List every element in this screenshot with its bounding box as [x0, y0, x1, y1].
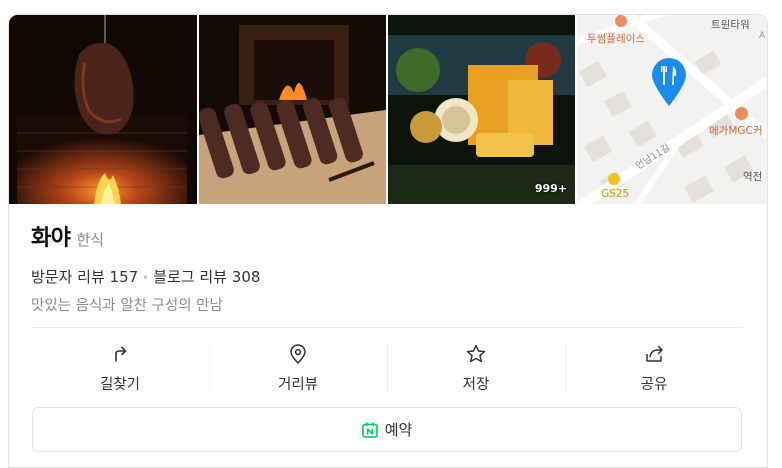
reserve-label: 예약: [384, 421, 413, 439]
place-name[interactable]: 화야: [31, 220, 71, 252]
blog-reviews-link[interactable]: 블로그 리뷰 308: [153, 268, 260, 286]
photo-count-badge: 999+: [534, 182, 567, 195]
separator-dot: •: [142, 271, 150, 285]
directions-icon: [115, 346, 127, 362]
share-icon: [646, 345, 663, 362]
action-bar: 길찾기 거리뷰 저장 공유: [31, 341, 743, 401]
directions-button[interactable]: 길찾기: [31, 341, 209, 401]
restaurant-pin-icon: [652, 58, 686, 106]
share-label: 공유: [640, 377, 668, 393]
map-label-corner: A: [759, 31, 766, 41]
cafe-icon: [615, 15, 627, 27]
section-divider: [31, 327, 743, 328]
map-label-mega-mgc: 메가MGC커: [709, 125, 763, 137]
map-label-station: 역전: [743, 171, 763, 183]
photo-fire-roasted-meat-image: [9, 15, 197, 204]
photo-gallery: 999+ 트윈타워 A 투썸플레이스 메가MGC커 역전 언남11길 GS25: [9, 15, 767, 204]
cafe-icon: [735, 107, 748, 120]
map-label-twosome: 투썸플레이스: [587, 33, 645, 45]
place-description: 맛있는 음식과 알찬 구성의 만남: [31, 298, 223, 314]
photo-grilled-ribs[interactable]: [199, 15, 386, 204]
location-pin-icon: [290, 344, 306, 365]
convenience-store-icon: [608, 173, 620, 185]
save-button[interactable]: 저장: [387, 341, 565, 401]
street-view-label: 거리뷰: [277, 377, 319, 393]
map-thumbnail[interactable]: 트윈타워 A 투썸플레이스 메가MGC커 역전 언남11길 GS25: [577, 15, 767, 204]
reserve-button[interactable]: 예약: [32, 407, 742, 452]
photo-dessert-set-image: [388, 15, 575, 204]
naver-calendar-icon: [361, 422, 378, 438]
map-label-gs25: GS25: [601, 188, 630, 200]
map-label-twin-tower: 트윈타워: [711, 19, 750, 31]
photo-fire-roasted-meat[interactable]: [9, 15, 197, 204]
review-summary: 방문자 리뷰 157 • 블로그 리뷰 308: [31, 266, 743, 287]
directions-label: 길찾기: [99, 377, 141, 393]
star-icon: [466, 344, 486, 363]
photo-dessert-set[interactable]: 999+: [388, 15, 575, 204]
place-info: 화야 한식 방문자 리뷰 157 • 블로그 리뷰 308 맛있는 음식과 알찬 구…: [31, 220, 743, 315]
save-label: 저장: [462, 377, 490, 393]
visitor-reviews-link[interactable]: 방문자 리뷰 157: [31, 268, 138, 286]
photo-grilled-ribs-image: [199, 15, 386, 204]
share-button[interactable]: 공유: [565, 341, 743, 401]
street-view-button[interactable]: 거리뷰: [209, 341, 387, 401]
place-card: 999+ 트윈타워 A 투썸플레이스 메가MGC커 역전 언남11길 GS25 …: [8, 14, 768, 468]
place-category: 한식: [76, 231, 105, 249]
